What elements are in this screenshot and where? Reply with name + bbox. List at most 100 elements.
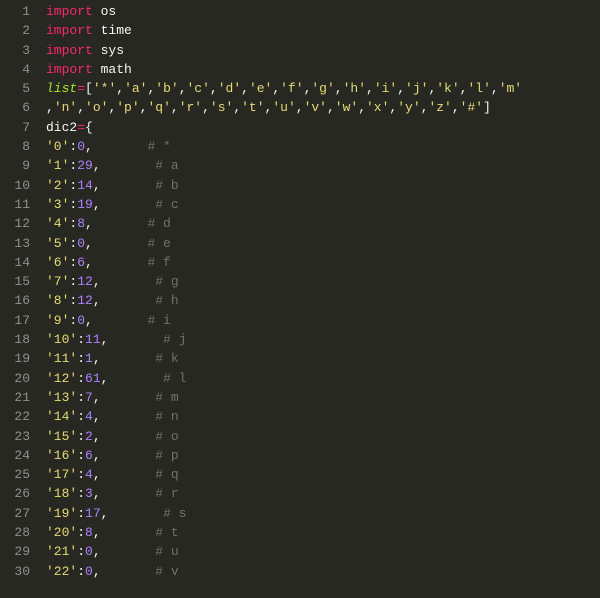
code-line: list=['*','a','b','c','d','e','f','g','h… [46, 79, 522, 98]
token-str: 'g' [311, 81, 334, 96]
token-num: 29 [77, 158, 93, 173]
token-cmt: # u [155, 544, 178, 559]
code-line: import math [46, 60, 522, 79]
token-str: '22' [46, 564, 77, 579]
line-number: 11 [0, 195, 30, 214]
token-cmt: # o [155, 429, 178, 444]
token-op: = [77, 81, 85, 96]
token-pun: , [116, 81, 124, 96]
token-kw: import [46, 4, 93, 19]
token-pun: : [77, 486, 85, 501]
token-pun: , [93, 293, 101, 308]
code-line: '11':1, # k [46, 349, 522, 368]
token-num: 14 [77, 178, 93, 193]
token-pun: , [241, 81, 249, 96]
token-str: '17' [46, 467, 77, 482]
token-pun: , [327, 100, 335, 115]
token-pad [101, 448, 156, 463]
code-line: ,'n','o','p','q','r','s','t','u','v','w'… [46, 98, 522, 117]
line-number: 4 [0, 60, 30, 79]
token-name: os [101, 4, 117, 19]
token-pun: : [77, 332, 85, 347]
code-line: '16':6, # p [46, 446, 522, 465]
token-cmt: # e [147, 236, 170, 251]
token-pad [108, 332, 163, 347]
token-str: '2' [46, 178, 69, 193]
token-pun: ] [483, 100, 491, 115]
token-str: '21' [46, 544, 77, 559]
line-number: 20 [0, 369, 30, 388]
token-num: 0 [77, 313, 85, 328]
token-num: 7 [85, 390, 93, 405]
token-str: 'l' [467, 81, 490, 96]
token-name: sys [101, 43, 124, 58]
token-str: '11' [46, 351, 77, 366]
line-number: 26 [0, 484, 30, 503]
token-str: 'u' [272, 100, 295, 115]
line-number: 2 [0, 21, 30, 40]
token-pun: : [77, 371, 85, 386]
token-cmt: # r [155, 486, 178, 501]
token-str: 'a' [124, 81, 147, 96]
token-pad [101, 197, 156, 212]
line-numbers: 1234567891011121314151617181920212223242… [0, 0, 40, 598]
token-pun: : [77, 506, 85, 521]
token-num: 17 [85, 506, 101, 521]
token-str: 'i' [374, 81, 397, 96]
token-str: 'f' [280, 81, 303, 96]
token-pad [101, 486, 156, 501]
line-number: 24 [0, 446, 30, 465]
token-num: 4 [85, 467, 93, 482]
token-pun: , [366, 81, 374, 96]
line-number: 23 [0, 427, 30, 446]
token-pad [101, 158, 156, 173]
token-pun: , [93, 178, 101, 193]
token-str: 'p' [116, 100, 139, 115]
line-number: 15 [0, 272, 30, 291]
token-pun [93, 62, 101, 77]
token-pun: , [93, 525, 101, 540]
token-num: 0 [77, 139, 85, 154]
token-pad [101, 544, 156, 559]
token-pun: : [77, 409, 85, 424]
line-number: 8 [0, 137, 30, 156]
token-pad [101, 409, 156, 424]
code-content[interactable]: import osimport timeimport sysimport mat… [40, 0, 522, 598]
token-pun: , [210, 81, 218, 96]
token-pun [93, 4, 101, 19]
token-pun: : [77, 467, 85, 482]
token-pun: , [358, 100, 366, 115]
token-pun: : [77, 564, 85, 579]
token-num: 8 [85, 525, 93, 540]
token-pun: , [397, 81, 405, 96]
token-pun: : [77, 544, 85, 559]
token-cmt: # j [163, 332, 186, 347]
token-cmt: # h [155, 293, 178, 308]
token-pun: , [93, 467, 101, 482]
token-pun: : [77, 390, 85, 405]
line-number: 5 [0, 79, 30, 98]
token-pun: , [85, 139, 93, 154]
token-pun: , [85, 313, 93, 328]
token-str: 'b' [155, 81, 178, 96]
code-line: '18':3, # r [46, 484, 522, 503]
token-pun: , [452, 100, 460, 115]
token-str: '3' [46, 197, 69, 212]
token-var: list [46, 81, 77, 96]
token-str: 'o' [85, 100, 108, 115]
line-number: 29 [0, 542, 30, 561]
token-cmt: # s [163, 506, 186, 521]
token-str: 'z' [428, 100, 451, 115]
token-num: 19 [77, 197, 93, 212]
token-pad [101, 429, 156, 444]
code-line: '12':61, # l [46, 369, 522, 388]
code-line: '13':7, # m [46, 388, 522, 407]
token-str: '9' [46, 313, 69, 328]
line-number: 21 [0, 388, 30, 407]
token-str: 'c' [187, 81, 210, 96]
line-number: 16 [0, 291, 30, 310]
token-str: 's' [210, 100, 233, 115]
token-pad [101, 467, 156, 482]
token-pun: , [179, 81, 187, 96]
code-line: '21':0, # u [46, 542, 522, 561]
